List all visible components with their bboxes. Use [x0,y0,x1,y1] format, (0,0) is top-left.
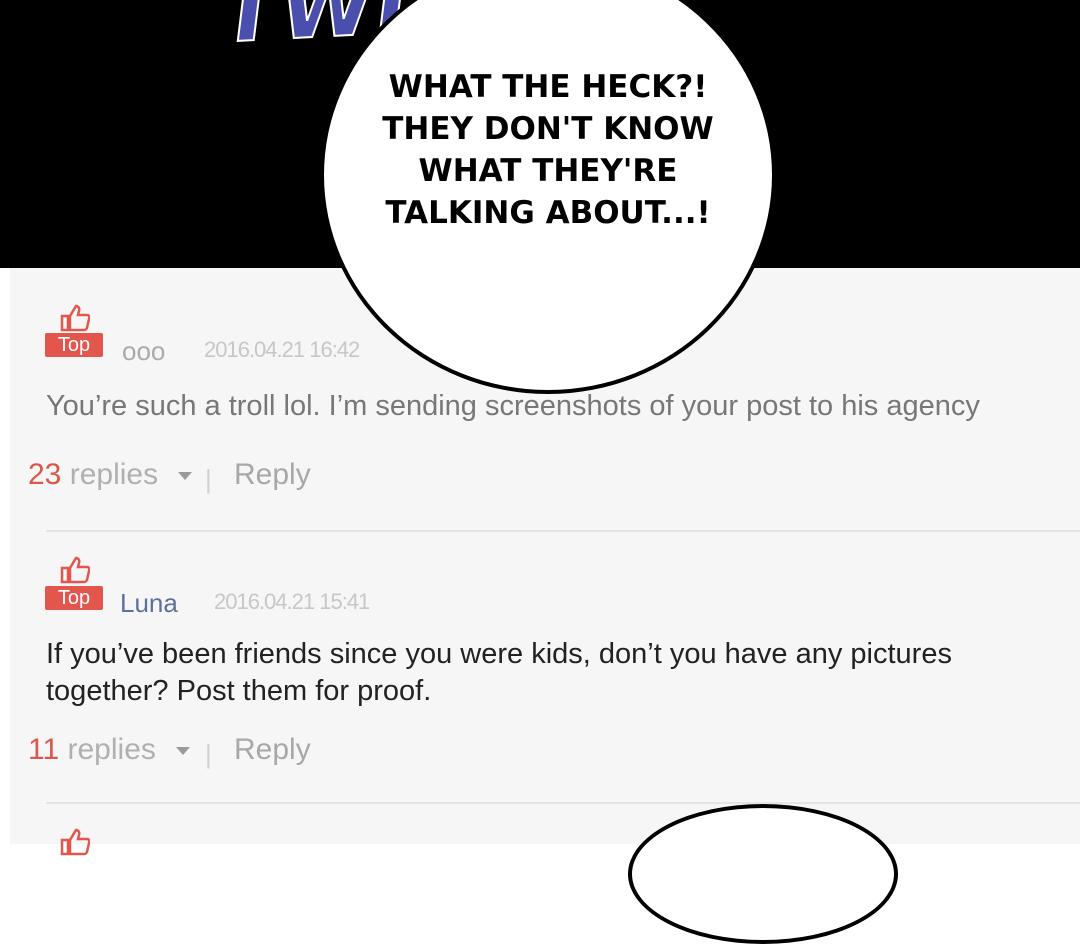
chevron-down-icon [176,747,191,756]
reply-button[interactable]: Reply [234,733,311,767]
thumbs-up-icon [60,304,90,332]
reply-count: 11 [28,733,60,766]
top-badge: Top [45,586,103,610]
chevron-down-icon [178,472,193,481]
timestamp: 2016.04.21 15:41 [214,589,370,614]
username[interactable]: ooo [122,336,165,367]
timestamp: 2016.04.21 16:42 [204,337,360,362]
speech-bubble-partial [628,804,898,944]
top-badge: Top [45,333,103,357]
replies-toggle[interactable]: 11 replies [28,733,191,767]
reply-count: 23 [28,458,62,491]
reply-button[interactable]: Reply [234,458,311,492]
divider [46,530,1080,532]
replies-label: replies [69,458,159,491]
username[interactable]: Luna [120,588,178,619]
comment-body: You’re such a troll lol. I’m sending scr… [46,390,980,422]
separator: | [205,464,212,494]
thumbs-up-icon [60,556,90,584]
thumbs-up-icon [60,828,90,856]
separator: | [205,739,212,769]
replies-toggle[interactable]: 23 replies [28,458,193,492]
comment-body: If you’ve been friends since you were ki… [46,638,952,707]
speech-bubble-text: WHAT THE HECK?! THEY DON'T KNOW WHAT THE… [382,69,714,231]
replies-label: replies [67,733,156,766]
divider [46,802,1080,804]
